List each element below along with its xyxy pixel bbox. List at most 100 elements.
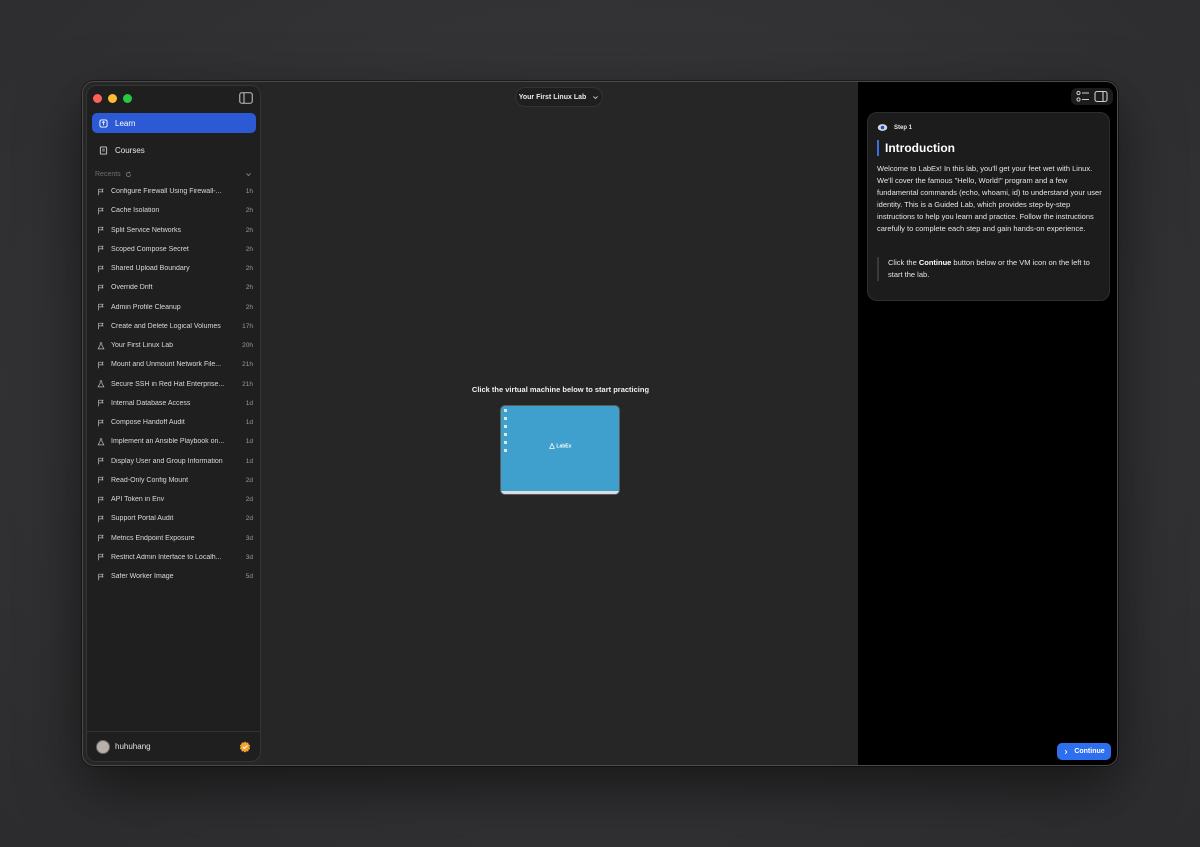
instructions-panel: Step 1 Introduction Welcome to LabEx! In…: [858, 82, 1117, 765]
recent-item[interactable]: Scoped Compose Secret 2h: [93, 240, 256, 259]
nav-courses-label: Courses: [115, 145, 145, 155]
continue-label: Continue: [1074, 748, 1105, 755]
learn-icon: [99, 118, 108, 128]
flag-icon: [98, 226, 104, 234]
recent-title: Split Service Networks: [111, 226, 182, 234]
window-controls: [93, 94, 132, 103]
recent-item[interactable]: Cache Isolation 2h: [93, 201, 256, 220]
recent-time: 3d: [245, 553, 253, 561]
flask-icon: [97, 438, 105, 446]
recent-time: 2h: [245, 226, 253, 234]
recent-time: 5d: [245, 573, 253, 581]
vm-logo-text: LabEx: [556, 443, 572, 450]
recent-item[interactable]: Metrics Endpoint Exposure 3d: [93, 529, 256, 548]
recent-title: API Token in Env: [111, 496, 165, 504]
recent-item[interactable]: Implement an Ansible Playbook on... 1d: [93, 432, 256, 451]
recent-title: Configure Firewall Using Firewall-...: [111, 188, 222, 196]
recents-list: Configure Firewall Using Firewall-... 1h C…: [93, 182, 256, 586]
recent-time: 1d: [245, 399, 253, 407]
recent-item[interactable]: API Token in Env 2d: [93, 490, 256, 509]
recent-title: Admin Profile Cleanup: [111, 303, 181, 311]
flag-icon: [98, 534, 104, 542]
recent-time: 1h: [245, 188, 253, 196]
flag-icon: [98, 457, 104, 465]
recent-time: 1d: [245, 457, 253, 465]
sidebar: Learn Courses Recents Configure Firewall…: [86, 85, 261, 762]
recent-item[interactable]: Restrict Admin Interface to Localh... 3d: [93, 548, 256, 567]
vm-thumbnail[interactable]: LabEx: [500, 405, 620, 495]
lab-title-dropdown[interactable]: Your First Linux Lab: [515, 87, 603, 107]
chevron-down-icon: [593, 95, 599, 99]
flag-icon: [98, 496, 104, 503]
recent-item[interactable]: Internal Database Access 1d: [93, 394, 256, 413]
recent-item[interactable]: Support Portal Audit 2d: [93, 509, 256, 528]
recent-title: Your First Linux Lab: [111, 342, 173, 350]
step-callout: Click the Continue button below or the V…: [877, 257, 1103, 281]
recent-title: Implement an Ansible Playbook on...: [111, 438, 225, 446]
nav-learn[interactable]: Learn: [92, 113, 256, 133]
chevron-right-icon: [1065, 749, 1068, 754]
recent-time: 2h: [245, 265, 253, 273]
nav-learn-label: Learn: [115, 118, 136, 128]
recent-time: 2d: [245, 476, 253, 484]
recent-item[interactable]: Read-Only Config Mount 2d: [93, 471, 256, 490]
refresh-icon[interactable]: [125, 170, 132, 178]
recent-item[interactable]: Secure SSH in Red Hat Enterprise... 21h: [93, 375, 256, 394]
recent-title: Mount and Unmount Network File...: [111, 361, 222, 369]
recent-item[interactable]: Override Drift 2h: [93, 278, 256, 297]
vm-caption: Click the virtual machine below to start…: [471, 385, 650, 394]
recent-item[interactable]: Shared Upload Boundary 2h: [93, 259, 256, 278]
recent-title: Read-Only Config Mount: [111, 476, 189, 484]
recent-item[interactable]: Your First Linux Lab 20h: [93, 336, 256, 355]
recent-item[interactable]: Compose Handoff Audit 1d: [93, 413, 256, 432]
continue-button[interactable]: Continue: [1057, 743, 1111, 760]
step-heading: Introduction: [877, 140, 955, 156]
flag-icon: [98, 361, 104, 369]
recent-item[interactable]: Configure Firewall Using Firewall-... 1h: [93, 182, 256, 201]
panel-toolbar: [1071, 88, 1113, 105]
lab-title: Your First Linux Lab: [518, 93, 587, 101]
minimize-window-button[interactable]: [108, 94, 117, 103]
flag-icon: [98, 265, 104, 272]
main-area: Your First Linux Lab Click the virtual m…: [263, 82, 858, 765]
recent-time: 17h: [242, 322, 253, 330]
recent-item[interactable]: Safer Worker Image 5d: [93, 567, 256, 586]
recents-label: Recents: [95, 170, 121, 178]
recent-time: 20h: [242, 342, 253, 350]
recent-title: Internal Database Access: [111, 399, 191, 407]
close-window-button[interactable]: [93, 94, 102, 103]
recent-title: Override Drift: [111, 284, 153, 292]
recent-item[interactable]: Admin Profile Cleanup 2h: [93, 298, 256, 317]
recent-title: Restrict Admin Interface to Localh...: [111, 553, 222, 561]
flask-icon: [97, 342, 105, 349]
step-card: Step 1 Introduction Welcome to LabEx! In…: [867, 112, 1110, 301]
flag-icon: [98, 284, 104, 292]
recent-time: 1d: [245, 419, 253, 427]
sidebar-toggle-icon[interactable]: [239, 92, 253, 104]
panel-toggle-icon[interactable]: [1094, 90, 1108, 103]
recent-title: Compose Handoff Audit: [111, 419, 185, 427]
flag-icon: [98, 188, 104, 195]
step-number: Step 1: [894, 124, 913, 131]
step-body: Welcome to LabEx! In this lab, you'll ge…: [877, 164, 1102, 233]
avatar[interactable]: [96, 739, 110, 754]
recent-item[interactable]: Mount and Unmount Network File... 21h: [93, 355, 256, 374]
recent-item[interactable]: Split Service Networks 2h: [93, 221, 256, 240]
zoom-window-button[interactable]: [123, 94, 132, 103]
recent-time: 21h: [242, 380, 253, 388]
steps-list-icon[interactable]: [1076, 90, 1090, 103]
recent-item[interactable]: Create and Delete Logical Volumes 17h: [93, 317, 256, 336]
recent-title: Create and Delete Logical Volumes: [111, 322, 221, 330]
chevron-down-icon[interactable]: [245, 171, 252, 178]
recent-item[interactable]: Display User and Group Information 1d: [93, 452, 256, 471]
step-tag: Step 1: [877, 123, 912, 132]
username: huhuhang: [115, 742, 151, 751]
recent-time: 21h: [242, 361, 253, 369]
flask-icon: [97, 380, 105, 388]
recent-title: Display User and Group Information: [111, 457, 223, 465]
flag-icon: [98, 207, 104, 215]
nav-courses[interactable]: Courses: [92, 140, 256, 160]
flag-icon: [98, 323, 104, 330]
vm-logo: LabEx: [548, 442, 572, 450]
flag-icon: [98, 246, 104, 253]
